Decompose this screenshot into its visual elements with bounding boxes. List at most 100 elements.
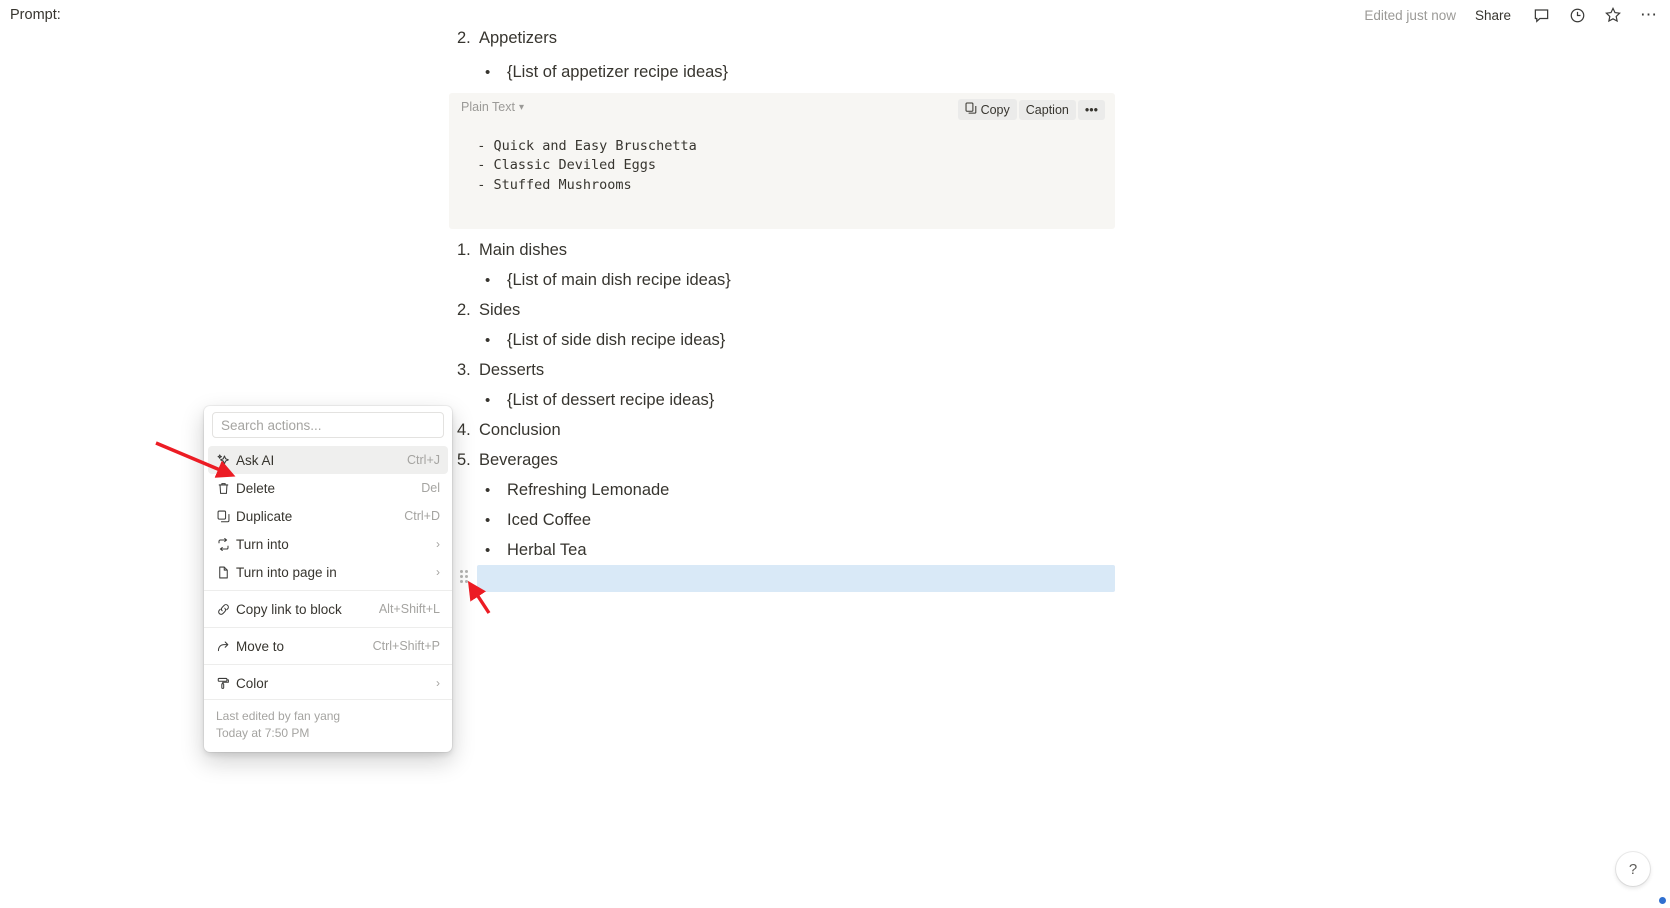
context-menu-search-wrap [204,412,452,444]
scroll-indicator-dot [1659,897,1666,904]
last-edited-time: Today at 7:50 PM [216,726,310,740]
list-item[interactable]: 4. Conclusion [457,418,561,443]
context-menu-group-color: Color › [204,667,452,699]
list-item[interactable]: • {List of dessert recipe ideas} [485,388,714,413]
menu-item-ask-ai[interactable]: Ask AI Ctrl+J [208,446,448,474]
menu-divider [204,664,452,665]
selected-empty-block[interactable] [477,565,1115,592]
list-item[interactable]: 2. Sides [457,298,520,323]
drag-dot [460,580,463,583]
code-content[interactable]: - Quick and Easy Bruschetta - Classic De… [461,137,696,196]
list-number: 2. [457,29,471,47]
chevron-right-icon: › [436,537,440,551]
bullet-glyph: • [485,482,491,499]
list-text: Sides [479,301,521,319]
list-item[interactable]: • {List of side dish recipe ideas} [485,328,725,353]
arrow-right-icon [216,638,236,654]
list-item[interactable]: • Iced Coffee [485,508,591,533]
help-button[interactable]: ? [1616,852,1650,886]
caption-label: Caption [1025,102,1069,117]
list-item[interactable]: 3. Desserts [457,358,544,383]
list-item[interactable]: 5. Beverages [457,448,558,473]
block-drag-handle[interactable] [460,570,472,586]
list-text: {List of appetizer recipe ideas} [507,63,729,81]
help-label: ? [1628,860,1638,878]
code-language-label: Plain Text [461,100,515,114]
code-block[interactable]: Plain Text ▾ Copy Caption ••• - Quick an… [449,93,1115,229]
menu-item-shortcut: Del [421,481,440,495]
block-context-menu: Ask AI Ctrl+J Delete Del Duplicate Ctrl+… [204,406,452,752]
link-icon [216,601,236,617]
list-item[interactable]: • Herbal Tea [485,538,587,563]
caption-button[interactable]: Caption [1018,99,1076,120]
list-text: Main dishes [479,241,568,259]
list-item[interactable]: • {List of main dish recipe ideas} [485,268,731,293]
chevron-right-icon: › [436,565,440,579]
context-menu-group-move: Move to Ctrl+Shift+P [204,630,452,662]
list-text: {List of side dish recipe ideas} [507,331,726,349]
menu-item-move-to[interactable]: Move to Ctrl+Shift+P [208,632,448,660]
menu-item-shortcut: Alt+Shift+L [378,602,440,616]
menu-item-color[interactable]: Color › [208,669,448,697]
menu-item-delete[interactable]: Delete Del [208,474,448,502]
list-item[interactable]: • Refreshing Lemonade [485,478,669,503]
context-menu-group-primary: Ask AI Ctrl+J Delete Del Duplicate Ctrl+… [204,444,452,588]
bullet-glyph: • [485,392,491,409]
list-number: 1. [457,241,471,259]
menu-item-label: Color [236,675,269,691]
menu-item-duplicate[interactable]: Duplicate Ctrl+D [208,502,448,530]
bullet-glyph: • [485,332,491,349]
list-number: 3. [457,361,471,379]
menu-item-shortcut: Ctrl+Shift+P [372,639,440,653]
trash-icon [216,480,236,496]
menu-item-label: Turn into [236,536,289,552]
menu-divider [204,627,452,628]
context-menu-group-link: Copy link to block Alt+Shift+L [204,593,452,625]
list-number: 4. [457,421,471,439]
bullet-glyph: • [485,64,491,81]
sparkle-icon [216,452,236,468]
code-more-label: ••• [1084,102,1098,117]
menu-item-turn-into[interactable]: Turn into › [208,530,448,558]
list-number: 5. [457,451,471,469]
page-icon [216,564,236,580]
list-text: Beverages [479,451,558,469]
menu-item-turn-into-page-in[interactable]: Turn into page in › [208,558,448,586]
list-text: Herbal Tea [507,541,587,559]
code-block-toolbar: Copy Caption ••• [957,99,1105,120]
code-more-button[interactable]: ••• [1077,99,1105,120]
list-item[interactable]: 2. Appetizers [457,26,557,51]
paint-roller-icon [216,675,236,691]
copy-button[interactable]: Copy [957,99,1017,120]
list-text: {List of main dish recipe ideas} [507,271,731,289]
menu-item-shortcut: Ctrl+D [404,509,440,523]
code-language-selector[interactable]: Plain Text ▾ [461,100,524,114]
list-number: 2. [457,301,471,319]
chevron-right-icon: › [436,676,440,690]
menu-divider [204,590,452,591]
list-item[interactable]: 1. Main dishes [457,238,567,263]
list-text: {List of dessert recipe ideas} [507,391,715,409]
menu-item-copy-link-to-block[interactable]: Copy link to block Alt+Shift+L [208,595,448,623]
drag-dot [465,575,468,578]
menu-item-label: Copy link to block [236,601,342,617]
menu-item-label: Ask AI [236,452,275,468]
bullet-glyph: • [485,512,491,529]
bullet-glyph: • [485,542,491,559]
chevron-down-icon: ▾ [518,101,524,113]
menu-item-label: Duplicate [236,508,293,524]
drag-dot [460,570,463,573]
last-edited-by: Last edited by fan yang [216,709,341,723]
list-item[interactable]: • {List of appetizer recipe ideas} [485,60,728,85]
menu-item-shortcut: Ctrl+J [407,453,440,467]
duplicate-icon [216,508,236,524]
search-actions-input[interactable] [212,412,444,438]
drag-dot [465,580,468,583]
menu-item-label: Move to [236,638,285,654]
drag-dot [465,570,468,573]
menu-item-label: Turn into page in [236,564,337,580]
drag-dot [460,575,463,578]
context-menu-footer: Last edited by fan yang Today at 7:50 PM [204,699,452,752]
turn-into-icon [216,536,236,552]
menu-item-label: Delete [236,480,276,496]
